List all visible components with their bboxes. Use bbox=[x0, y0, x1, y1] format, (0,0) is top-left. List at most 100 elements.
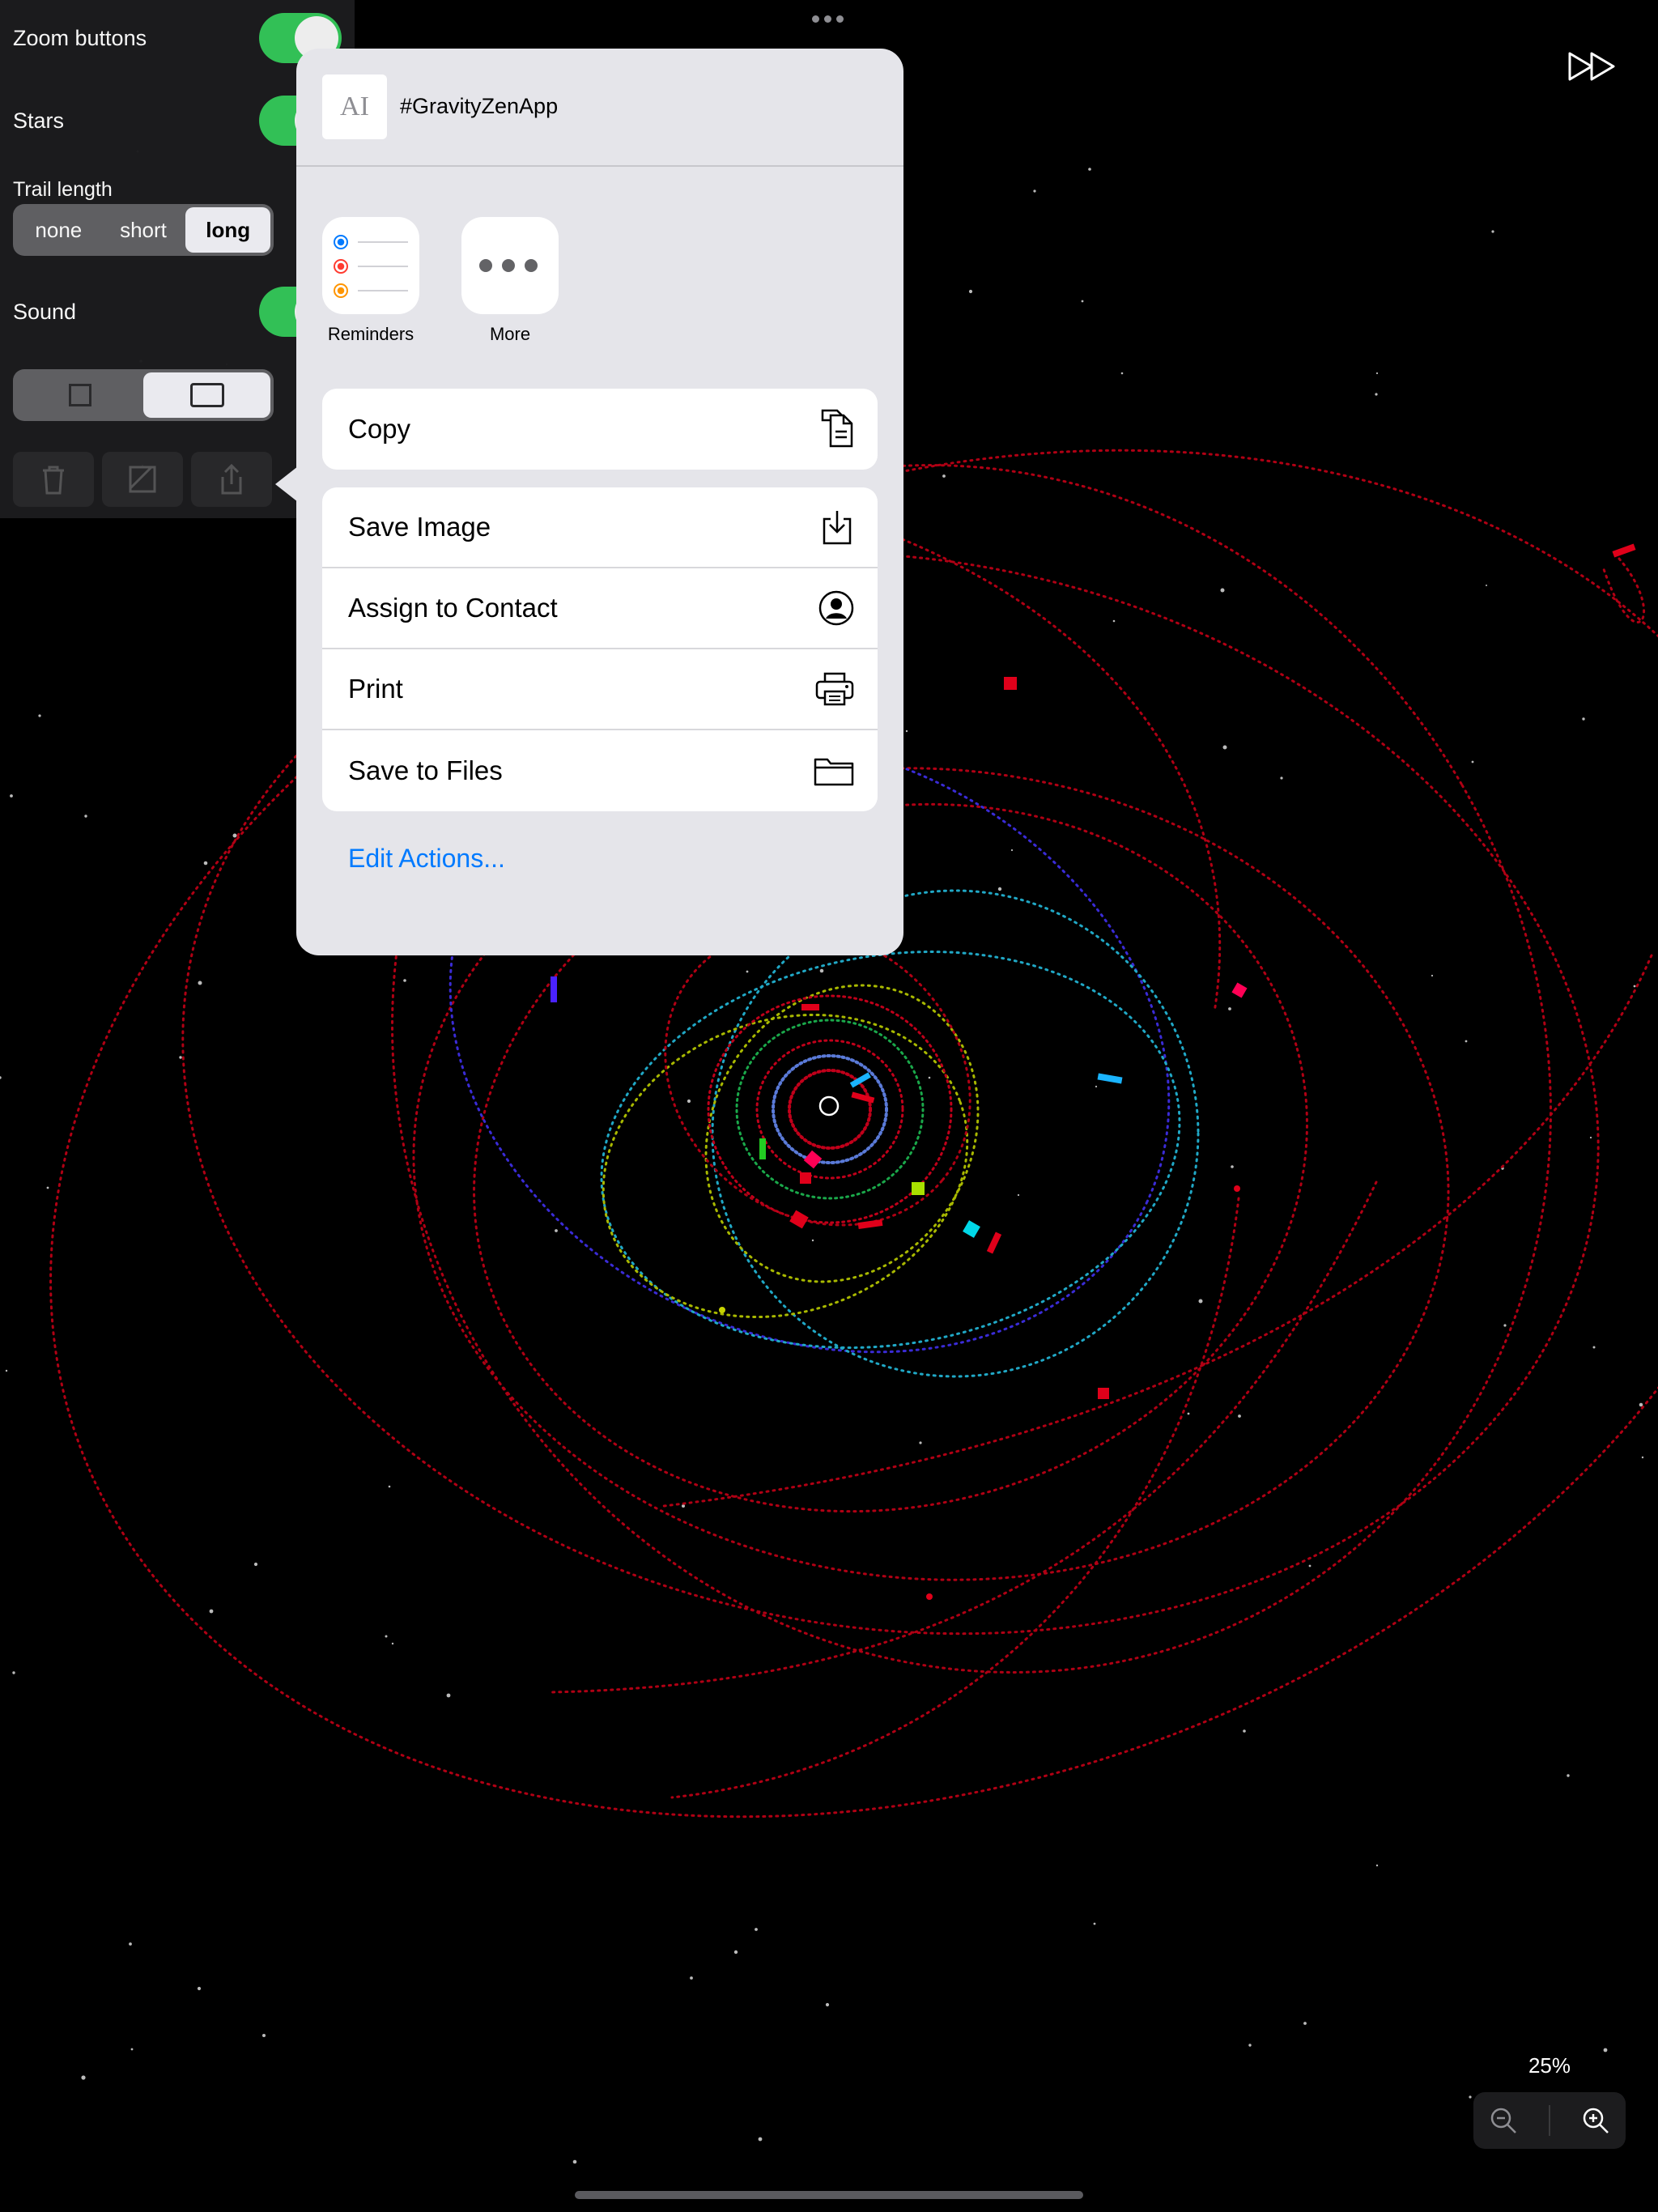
fast-forward-icon[interactable] bbox=[1567, 50, 1616, 87]
star bbox=[997, 887, 1002, 891]
star bbox=[690, 1976, 693, 1980]
aspect-square-option[interactable] bbox=[16, 372, 143, 418]
save-image-action[interactable]: Save Image bbox=[322, 487, 878, 568]
star bbox=[5, 1369, 8, 1372]
star bbox=[1303, 2022, 1307, 2025]
edit-actions-link[interactable]: Edit Actions... bbox=[348, 844, 505, 874]
star bbox=[253, 1562, 258, 1567]
trail-option-none[interactable]: none bbox=[16, 207, 101, 253]
orbit-trail bbox=[600, 951, 1181, 1349]
orbit-trail bbox=[889, 533, 1222, 1014]
actions-group: Save Image Assign to Contact Print Save … bbox=[322, 487, 878, 811]
trail-option-long[interactable]: long bbox=[185, 207, 271, 253]
star bbox=[572, 2159, 577, 2164]
star bbox=[1471, 760, 1474, 764]
trail-option-short[interactable]: short bbox=[101, 207, 186, 253]
star bbox=[1486, 585, 1487, 586]
app-more-label: More bbox=[489, 324, 531, 344]
orbiting-body bbox=[912, 1182, 925, 1195]
star bbox=[385, 1635, 388, 1638]
star bbox=[232, 833, 237, 838]
share-button[interactable] bbox=[191, 452, 272, 507]
orbit-trail bbox=[704, 984, 980, 1283]
delete-button[interactable] bbox=[13, 452, 94, 507]
star bbox=[819, 968, 824, 973]
orbiting-body bbox=[759, 1138, 766, 1159]
aspect-segmented-control bbox=[13, 369, 274, 421]
zoom-controls bbox=[1473, 2092, 1626, 2149]
multitasking-grabber[interactable] bbox=[812, 15, 844, 23]
app-reminders-label: Reminders bbox=[327, 324, 414, 344]
zoom-in-icon[interactable] bbox=[1581, 2106, 1610, 2135]
center-mass bbox=[818, 1095, 840, 1117]
star bbox=[388, 1485, 391, 1488]
star bbox=[403, 979, 406, 982]
orbiting-body bbox=[857, 1219, 883, 1230]
orbit-trail bbox=[662, 954, 1653, 1508]
star bbox=[928, 1076, 931, 1079]
print-action[interactable]: Print bbox=[322, 649, 878, 730]
star bbox=[1093, 1922, 1096, 1925]
star bbox=[1465, 1040, 1468, 1043]
star bbox=[968, 289, 973, 294]
orbiting-body bbox=[1097, 1073, 1123, 1084]
star bbox=[129, 1942, 132, 1946]
star bbox=[1375, 372, 1379, 375]
star bbox=[919, 1441, 922, 1444]
screenshot-button[interactable] bbox=[102, 452, 183, 507]
orbiting-body bbox=[1234, 1185, 1240, 1192]
app-reminders[interactable]: Reminders bbox=[322, 217, 419, 345]
star bbox=[1238, 1414, 1241, 1418]
orbiting-body bbox=[963, 1220, 980, 1238]
star bbox=[811, 1239, 814, 1242]
star bbox=[1033, 189, 1036, 193]
star bbox=[755, 1928, 758, 1931]
share-apps-row: Reminders More bbox=[322, 217, 559, 345]
orbit-trail bbox=[1601, 557, 1646, 623]
zoom-buttons-row: Zoom buttons bbox=[13, 13, 342, 63]
star bbox=[1220, 588, 1225, 593]
star bbox=[1198, 1299, 1203, 1304]
share-icon bbox=[221, 463, 242, 495]
save-to-files-action[interactable]: Save to Files bbox=[322, 730, 878, 811]
star bbox=[1010, 849, 1014, 852]
sound-label: Sound bbox=[13, 299, 77, 324]
star bbox=[1375, 1864, 1379, 1867]
star bbox=[1308, 1564, 1312, 1568]
assign-to-contact-action[interactable]: Assign to Contact bbox=[322, 568, 878, 649]
orbiting-body bbox=[801, 1004, 819, 1010]
star bbox=[1081, 300, 1084, 303]
star bbox=[1120, 372, 1124, 375]
orbit-trail bbox=[670, 1197, 1240, 1799]
more-icon bbox=[461, 217, 559, 314]
star bbox=[10, 794, 13, 798]
star bbox=[1187, 1412, 1190, 1415]
sound-row: Sound bbox=[13, 287, 342, 337]
copy-action[interactable]: Copy bbox=[322, 389, 878, 470]
copy-icon bbox=[821, 409, 853, 448]
star bbox=[84, 815, 87, 818]
zoom-buttons-label: Zoom buttons bbox=[13, 25, 147, 50]
star bbox=[687, 1099, 691, 1104]
text-preview-thumbnail: AI bbox=[322, 74, 387, 139]
share-sheet-title: #GravityZenApp bbox=[400, 94, 559, 118]
star bbox=[198, 981, 202, 985]
screenshot-icon bbox=[129, 466, 156, 493]
star bbox=[1491, 230, 1494, 233]
save-to-files-label: Save to Files bbox=[348, 755, 503, 785]
stars-label: Stars bbox=[13, 108, 65, 133]
zoom-out-icon[interactable] bbox=[1489, 2106, 1518, 2135]
orbiting-body bbox=[1004, 677, 1017, 690]
star bbox=[1228, 1007, 1231, 1010]
star bbox=[555, 1229, 558, 1232]
home-indicator[interactable] bbox=[575, 2191, 1083, 2199]
print-label: Print bbox=[348, 674, 403, 704]
star bbox=[1567, 1774, 1570, 1777]
app-more[interactable]: More bbox=[461, 217, 559, 345]
star bbox=[46, 1186, 49, 1189]
folder-icon bbox=[814, 758, 854, 786]
orbiting-body bbox=[1612, 543, 1636, 558]
star bbox=[12, 1671, 15, 1674]
aspect-wide-option[interactable] bbox=[143, 372, 270, 418]
star bbox=[262, 2034, 266, 2037]
